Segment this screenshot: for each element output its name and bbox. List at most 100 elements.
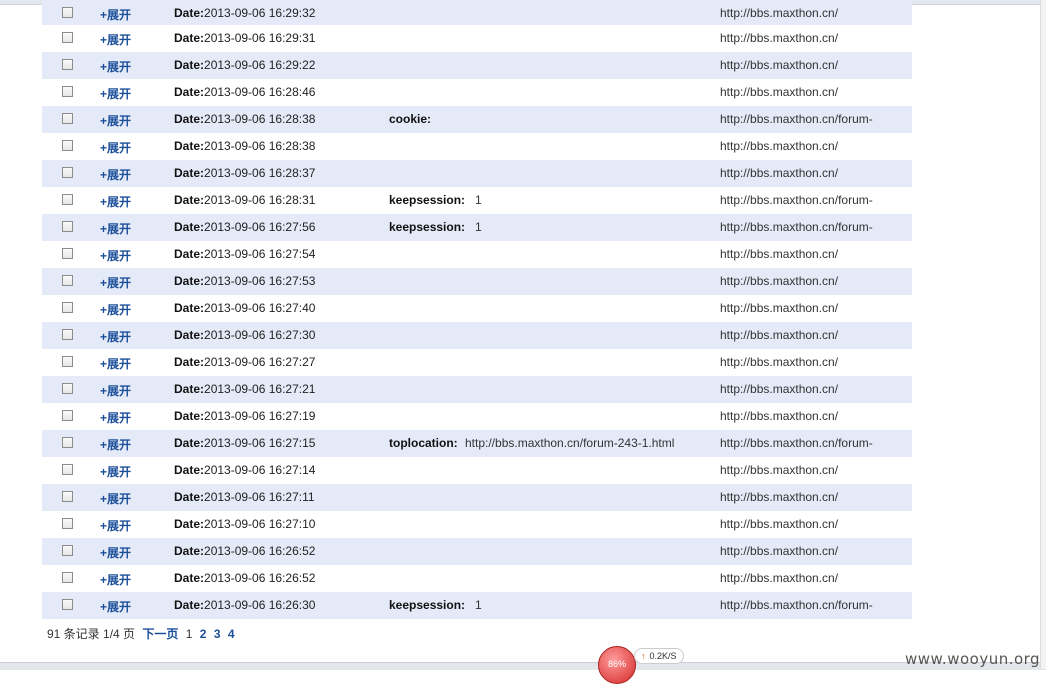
row-checkbox[interactable] — [62, 302, 73, 313]
table-row: +展开 Date:2013-09-06 16:28:37 http://bbs.ma… — [42, 160, 912, 187]
expand-link[interactable]: +展开 — [100, 328, 131, 345]
expand-link[interactable]: +展开 — [100, 58, 131, 75]
row-checkbox[interactable] — [62, 356, 73, 367]
row-date: Date:2013-09-06 16:28:37 — [174, 166, 315, 180]
record-summary: 91 条记录 1/4 页 — [47, 627, 136, 641]
row-url: http://bbs.maxthon.cn/ — [720, 463, 839, 477]
table-row: +展开 Date:2013-09-06 16:27:19 http://bbs.ma… — [42, 403, 912, 430]
row-checkbox[interactable] — [62, 545, 73, 556]
row-checkbox[interactable] — [62, 329, 73, 340]
date-label: Date: — [174, 6, 205, 20]
row-date: Date:2013-09-06 16:28:38 — [174, 139, 315, 153]
date-label: Date: — [174, 85, 205, 99]
row-value: 1 — [475, 598, 482, 612]
row-date: Date:2013-09-06 16:27:40 — [174, 301, 315, 315]
expand-link[interactable]: +展开 — [100, 301, 131, 318]
row-date: Date:2013-09-06 16:27:14 — [174, 463, 315, 477]
date-label: Date: — [174, 166, 205, 180]
date-value: 2013-09-06 16:29:31 — [204, 31, 316, 45]
row-key: keepsession: — [389, 598, 466, 612]
scrollbar[interactable] — [1040, 0, 1046, 669]
row-url: http://bbs.maxthon.cn/forum- — [720, 436, 873, 450]
expand-link[interactable]: +展开 — [100, 490, 131, 507]
row-date: Date:2013-09-06 16:28:38 — [174, 112, 315, 126]
row-url: http://bbs.maxthon.cn/ — [720, 58, 839, 72]
expand-link[interactable]: +展开 — [100, 112, 131, 129]
row-checkbox[interactable] — [62, 248, 73, 259]
row-checkbox[interactable] — [62, 167, 73, 178]
row-checkbox[interactable] — [62, 140, 73, 151]
page-link-2[interactable]: 2 — [200, 627, 207, 641]
table-row: +展开 Date:2013-09-06 16:28:38 cookie: http:/… — [42, 106, 912, 133]
row-checkbox[interactable] — [62, 410, 73, 421]
date-label: Date: — [174, 517, 205, 531]
date-label: Date: — [174, 490, 205, 504]
date-value: 2013-09-06 16:27:53 — [204, 274, 316, 288]
expand-link[interactable]: +展开 — [100, 517, 131, 534]
row-checkbox[interactable] — [62, 86, 73, 97]
pagination: 91 条记录 1/4 页 下一页 1 2 3 4 — [47, 625, 235, 642]
row-checkbox[interactable] — [62, 383, 73, 394]
expand-link[interactable]: +展开 — [100, 463, 131, 480]
expand-link[interactable]: +展开 — [100, 166, 131, 183]
row-checkbox[interactable] — [62, 437, 73, 448]
table-row: +展开 Date:2013-09-06 16:27:27 http://bbs.ma… — [42, 349, 912, 376]
date-label: Date: — [174, 544, 205, 558]
row-checkbox[interactable] — [62, 194, 73, 205]
row-checkbox[interactable] — [62, 491, 73, 502]
row-value: 1 — [475, 220, 482, 234]
page-link-3[interactable]: 3 — [214, 627, 221, 641]
row-url: http://bbs.maxthon.cn/ — [720, 490, 839, 504]
row-checkbox[interactable] — [62, 32, 73, 43]
row-checkbox[interactable] — [62, 59, 73, 70]
expand-link[interactable]: +展开 — [100, 571, 131, 588]
expand-link[interactable]: +展开 — [100, 247, 131, 264]
expand-link[interactable]: +展开 — [100, 31, 131, 48]
row-checkbox[interactable] — [62, 572, 73, 583]
table-row: +展开 Date:2013-09-06 16:27:11 http://bbs.ma… — [42, 484, 912, 511]
expand-link[interactable]: +展开 — [100, 436, 131, 453]
row-date: Date:2013-09-06 16:29:32 — [174, 6, 315, 20]
row-checkbox[interactable] — [62, 221, 73, 232]
expand-link[interactable]: +展开 — [100, 139, 131, 156]
row-date: Date:2013-09-06 16:27:27 — [174, 355, 315, 369]
expand-link[interactable]: +展开 — [100, 382, 131, 399]
network-speed: ↑ 0.2K/S — [634, 648, 684, 664]
page-link-4[interactable]: 4 — [228, 627, 235, 641]
row-value: 1 — [475, 193, 482, 207]
row-url: http://bbs.maxthon.cn/forum- — [720, 193, 873, 207]
date-value: 2013-09-06 16:27:56 — [204, 220, 316, 234]
row-key: toplocation: — [389, 436, 458, 450]
date-value: 2013-09-06 16:27:14 — [204, 463, 316, 477]
row-url: http://bbs.maxthon.cn/ — [720, 85, 839, 99]
row-checkbox[interactable] — [62, 518, 73, 529]
expand-link[interactable]: +展开 — [100, 355, 131, 372]
expand-link[interactable]: +展开 — [100, 85, 131, 102]
row-checkbox[interactable] — [62, 7, 73, 18]
row-key: keepsession: — [389, 220, 466, 234]
expand-link[interactable]: +展开 — [100, 598, 131, 615]
expand-link[interactable]: +展开 — [100, 544, 131, 561]
row-url: http://bbs.maxthon.cn/forum- — [720, 112, 873, 126]
row-checkbox[interactable] — [62, 464, 73, 475]
row-date: Date:2013-09-06 16:27:10 — [174, 517, 315, 531]
row-checkbox[interactable] — [62, 599, 73, 610]
row-checkbox[interactable] — [62, 275, 73, 286]
row-date: Date:2013-09-06 16:27:15 — [174, 436, 315, 450]
expand-link[interactable]: +展开 — [100, 220, 131, 237]
expand-link[interactable]: +展开 — [100, 6, 131, 23]
row-date: Date:2013-09-06 16:29:22 — [174, 58, 315, 72]
row-date: Date:2013-09-06 16:28:31 — [174, 193, 315, 207]
date-value: 2013-09-06 16:26:52 — [204, 544, 316, 558]
memory-gauge[interactable]: 86% — [598, 646, 636, 684]
expand-link[interactable]: +展开 — [100, 409, 131, 426]
date-value: 2013-09-06 16:27:27 — [204, 355, 316, 369]
table-row: +展开 Date:2013-09-06 16:29:22 http://bbs.ma… — [42, 52, 912, 79]
date-label: Date: — [174, 193, 205, 207]
expand-link[interactable]: +展开 — [100, 193, 131, 210]
table-row: +展开 Date:2013-09-06 16:27:40 http://bbs.ma… — [42, 295, 912, 322]
row-checkbox[interactable] — [62, 113, 73, 124]
next-page-link[interactable]: 下一页 — [142, 627, 178, 641]
table-row: +展开 Date:2013-09-06 16:26:30 keepsession: 1… — [42, 592, 912, 619]
expand-link[interactable]: +展开 — [100, 274, 131, 291]
